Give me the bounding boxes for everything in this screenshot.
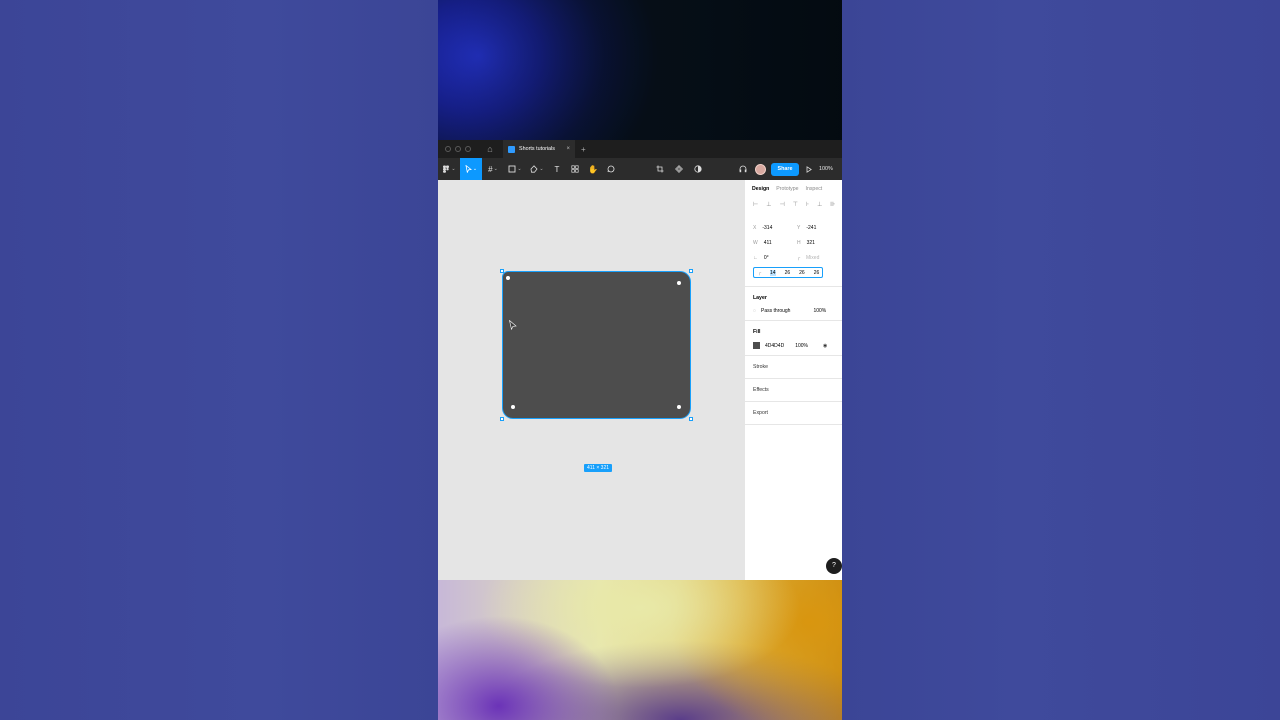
align-right-icon[interactable]: ⊣	[779, 201, 784, 208]
corner-radius-handle-top-right[interactable]	[677, 281, 681, 285]
maximize-window-button[interactable]	[465, 146, 471, 152]
layer-opacity-input[interactable]: 100%	[813, 308, 826, 314]
file-tab[interactable]: Shorts tutorials ×	[503, 140, 575, 158]
alignment-controls: ⊢ ⊥ ⊣ ⊤ ⊦ ⊥ ⊪	[745, 192, 842, 208]
component-icon[interactable]	[669, 158, 688, 180]
headphones-icon[interactable]	[735, 158, 751, 180]
y-input[interactable]: -241	[806, 225, 816, 231]
y-label: Y	[797, 224, 801, 231]
geometry-properties: X -314 Y -241 W 411 H 321 ∟ 0° ╭ Mixed ╭ 14 26	[745, 208, 842, 280]
fill-color-swatch[interactable]	[753, 342, 760, 349]
move-tool-icon[interactable]: ⌄	[460, 158, 482, 180]
play-icon[interactable]	[801, 158, 817, 180]
height-input[interactable]: 321	[807, 240, 815, 246]
radius-bottom-left-input[interactable]: 26	[814, 270, 820, 276]
mouse-cursor-icon	[509, 320, 517, 330]
properties-panel: Design Prototype Inspect ⊢ ⊥ ⊣ ⊤ ⊦ ⊥ ⊪ X…	[744, 180, 842, 580]
corner-radius-icon: ╭	[797, 254, 801, 261]
canvas[interactable]: 411 × 321	[438, 180, 744, 580]
share-button-wrap: Share	[769, 158, 801, 180]
align-left-icon[interactable]: ⊢	[753, 201, 758, 208]
figma-window: ⌂ Shorts tutorials × + ⌄ ⌄ # ⌄ ⌄ ⌄ T ✋ S…	[438, 140, 842, 580]
align-center-horizontal-icon[interactable]: ⊥	[766, 201, 771, 208]
share-button[interactable]: Share	[770, 162, 800, 176]
panel-tabs: Design Prototype Inspect	[745, 180, 842, 192]
distribute-icon[interactable]: ⊪	[830, 201, 835, 208]
fill-hex-input[interactable]: 4D4D4D	[765, 343, 784, 349]
rotation-icon: ∟	[753, 254, 758, 261]
new-tab-button[interactable]: +	[581, 145, 586, 154]
figma-file-icon	[508, 145, 515, 153]
stroke-section[interactable]: Stroke	[745, 356, 842, 379]
fill-row: 4D4D4D 100% ◉	[745, 335, 842, 349]
background-right	[842, 0, 1280, 720]
align-bottom-icon[interactable]: ⊥	[817, 201, 822, 208]
fill-section-title: Fill	[753, 329, 761, 335]
video-frame: ⌂ Shorts tutorials × + ⌄ ⌄ # ⌄ ⌄ ⌄ T ✋ S…	[438, 0, 842, 720]
close-tab-icon[interactable]: ×	[566, 146, 570, 152]
close-window-button[interactable]	[445, 146, 451, 152]
corner-radius-input[interactable]: Mixed	[806, 255, 819, 261]
bottom-gradient-background	[438, 580, 842, 720]
frame-tool-icon[interactable]: # ⌄	[482, 158, 504, 180]
resources-icon[interactable]	[566, 158, 584, 180]
fill-opacity-input[interactable]: 100%	[795, 343, 808, 349]
align-top-icon[interactable]: ⊤	[793, 201, 798, 208]
radius-top-left-input[interactable]: 14	[770, 269, 776, 276]
background-left	[0, 0, 438, 720]
comment-tool-icon[interactable]	[602, 158, 620, 180]
toolbar: ⌄ ⌄ # ⌄ ⌄ ⌄ T ✋ Share 100%	[438, 158, 842, 180]
layer-row: ◌ Pass through 100%	[745, 301, 842, 314]
zoom-level: 100%	[819, 166, 833, 172]
corner-radius-handle-bottom-right[interactable]	[677, 405, 681, 409]
selected-rectangle[interactable]	[502, 271, 691, 419]
width-label: W	[753, 239, 758, 246]
corner-radius-handle-top-left[interactable]	[506, 276, 510, 280]
x-input[interactable]: -314	[762, 225, 772, 231]
zoom-menu[interactable]: 100%	[817, 158, 835, 180]
tab-prototype[interactable]: Prototype	[776, 186, 798, 192]
radius-bottom-right-input[interactable]: 26	[799, 270, 805, 276]
x-label: X	[753, 224, 757, 231]
dimension-badge: 411 × 321	[584, 464, 613, 472]
avatar[interactable]	[751, 158, 769, 180]
main-menu-icon[interactable]: ⌄	[438, 158, 460, 180]
tab-inspect[interactable]: Inspect	[806, 186, 823, 192]
resize-handle-bottom-left[interactable]	[500, 417, 504, 421]
crop-icon[interactable]	[650, 158, 669, 180]
effects-section[interactable]: Effects	[745, 379, 842, 402]
title-bar: ⌂ Shorts tutorials × +	[438, 140, 842, 158]
independent-corners-field[interactable]: ╭ 14 26 26 26	[753, 267, 823, 278]
radius-top-right-input[interactable]: 26	[785, 270, 791, 276]
hand-tool-icon[interactable]: ✋	[584, 158, 602, 180]
corner-icon: ╭	[758, 269, 762, 276]
blend-mode-select[interactable]: Pass through	[761, 308, 790, 314]
home-icon[interactable]: ⌂	[485, 144, 495, 154]
file-tab-label: Shorts tutorials	[519, 146, 555, 152]
height-label: H	[797, 239, 801, 246]
top-gradient-background	[438, 0, 842, 140]
tab-design[interactable]: Design	[752, 186, 769, 192]
minimize-window-button[interactable]	[455, 146, 461, 152]
window-controls	[445, 146, 471, 152]
eye-icon[interactable]: ◉	[823, 343, 827, 349]
resize-handle-top-right[interactable]	[689, 269, 693, 273]
blend-mode-icon: ◌	[753, 308, 756, 314]
width-input[interactable]: 411	[764, 240, 772, 246]
export-section[interactable]: Export	[745, 402, 842, 425]
align-middle-vertical-icon[interactable]: ⊦	[806, 201, 809, 208]
pen-tool-icon[interactable]: ⌄	[526, 158, 548, 180]
layer-section-title: Layer	[753, 295, 767, 301]
shape-tool-icon[interactable]: ⌄	[504, 158, 526, 180]
text-tool-icon[interactable]: T	[548, 158, 566, 180]
corner-radius-handle-bottom-left[interactable]	[511, 405, 515, 409]
help-button[interactable]: ?	[826, 558, 842, 574]
rotation-input[interactable]: 0°	[764, 255, 769, 261]
contrast-icon[interactable]	[688, 158, 707, 180]
resize-handle-top-left[interactable]	[500, 269, 504, 273]
resize-handle-bottom-right[interactable]	[689, 417, 693, 421]
